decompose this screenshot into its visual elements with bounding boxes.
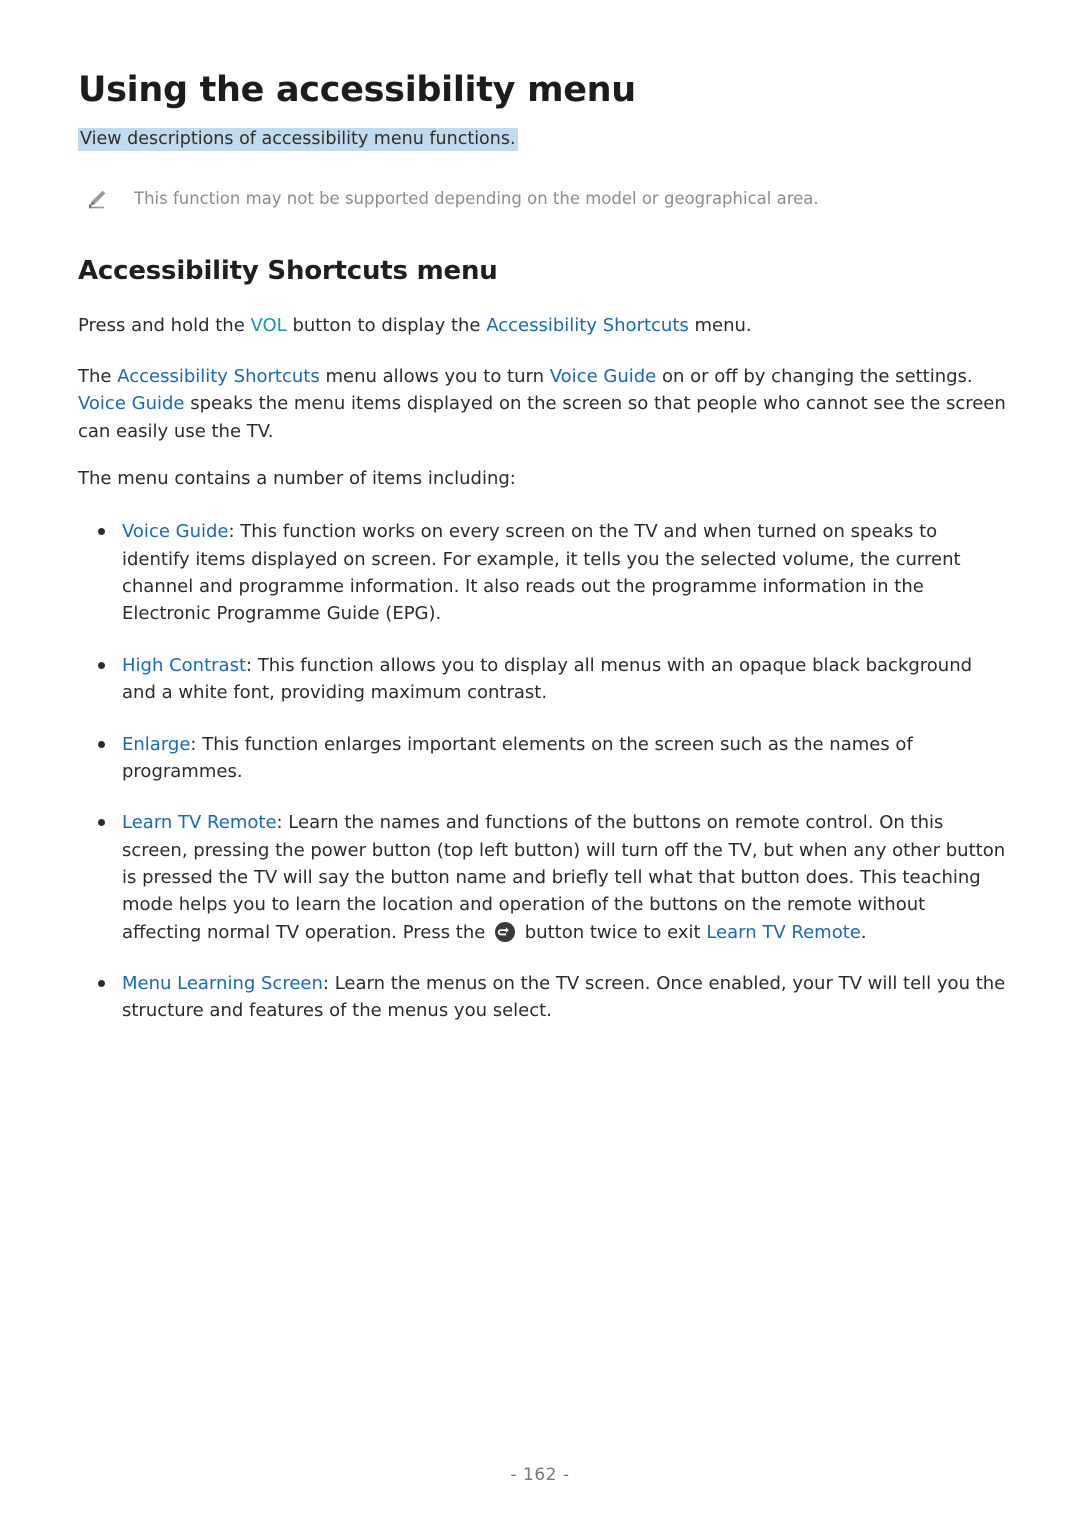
page-subtitle-container: View descriptions of accessibility menu … <box>78 126 1008 152</box>
link-vol[interactable]: VOL <box>251 315 287 336</box>
list-item: Menu Learning Screen: Learn the menus on… <box>78 970 1008 1025</box>
paragraph-1-text-part-3: menu. <box>688 314 752 336</box>
list-item-term[interactable]: High Contrast <box>122 655 246 676</box>
paragraph-2-text-part-4: speaks the menu items displayed on the s… <box>78 393 1006 442</box>
page-content: Using the accessibility menu View descri… <box>78 0 1008 1025</box>
list-item-term[interactable]: Learn TV Remote <box>122 812 277 833</box>
link-accessibility-shortcuts-2[interactable]: Accessibility Shortcuts <box>117 366 320 387</box>
page-subtitle-highlighted: View descriptions of accessibility menu … <box>78 128 518 152</box>
note-row: This function may not be supported depen… <box>78 187 1008 211</box>
list-item-term[interactable]: Enlarge <box>122 734 190 755</box>
note-text: This function may not be supported depen… <box>134 188 819 208</box>
list-item: Voice Guide: This function works on ever… <box>78 518 1008 627</box>
paragraph-1: Press and hold the VOL button to display… <box>78 288 1008 339</box>
accessibility-items-list: Voice Guide: This function works on ever… <box>78 492 1008 1024</box>
list-item-body: : This function works on every screen on… <box>122 521 961 625</box>
list-item: Learn TV Remote: Learn the names and fun… <box>78 809 1008 946</box>
paragraph-2-text-part-3: on or off by changing the settings. <box>656 365 973 387</box>
return-button-icon <box>494 921 516 943</box>
list-item-trailing-link[interactable]: Learn TV Remote <box>706 922 861 943</box>
pencil-icon <box>86 188 108 210</box>
paragraph-3: The menu contains a number of items incl… <box>78 468 516 490</box>
paragraph-2-text-part-2: menu allows you to turn <box>319 365 550 387</box>
list-item: Enlarge: This function enlarges importan… <box>78 731 1008 786</box>
list-item-body-end: . <box>860 921 867 943</box>
section-heading: Accessibility Shortcuts menu <box>78 256 498 287</box>
paragraph-2-text-part-1: The <box>78 365 118 387</box>
list-item-body-after-icon: button twice to exit <box>519 921 707 943</box>
paragraph-1-text-part-1: Press and hold the <box>78 314 251 336</box>
list-item-body: : This function enlarges important eleme… <box>122 733 913 782</box>
list-item-term[interactable]: Voice Guide <box>122 521 228 542</box>
list-item-term[interactable]: Menu Learning Screen <box>122 973 323 994</box>
bullet-dot-icon <box>98 740 105 748</box>
link-voice-guide-1[interactable]: Voice Guide <box>550 366 656 387</box>
bullet-dot-icon <box>98 980 105 988</box>
link-voice-guide-2[interactable]: Voice Guide <box>78 393 184 414</box>
list-item: High Contrast: This function allows you … <box>78 652 1008 707</box>
list-item-body: : This function allows you to display al… <box>122 654 973 704</box>
document-page: Using the accessibility menu View descri… <box>0 0 1080 1527</box>
paragraph-1-text-part-2: button to display the <box>286 314 487 336</box>
bullet-dot-icon <box>98 819 105 827</box>
link-accessibility-shortcuts[interactable]: Accessibility Shortcuts <box>486 315 689 336</box>
paragraph-2: The Accessibility Shortcuts menu allows … <box>78 339 1008 445</box>
bullet-dot-icon <box>98 661 105 669</box>
page-title: Using the accessibility menu <box>78 70 636 110</box>
page-number-footer: - 162 - <box>510 1465 570 1485</box>
bullet-dot-icon <box>98 528 105 536</box>
